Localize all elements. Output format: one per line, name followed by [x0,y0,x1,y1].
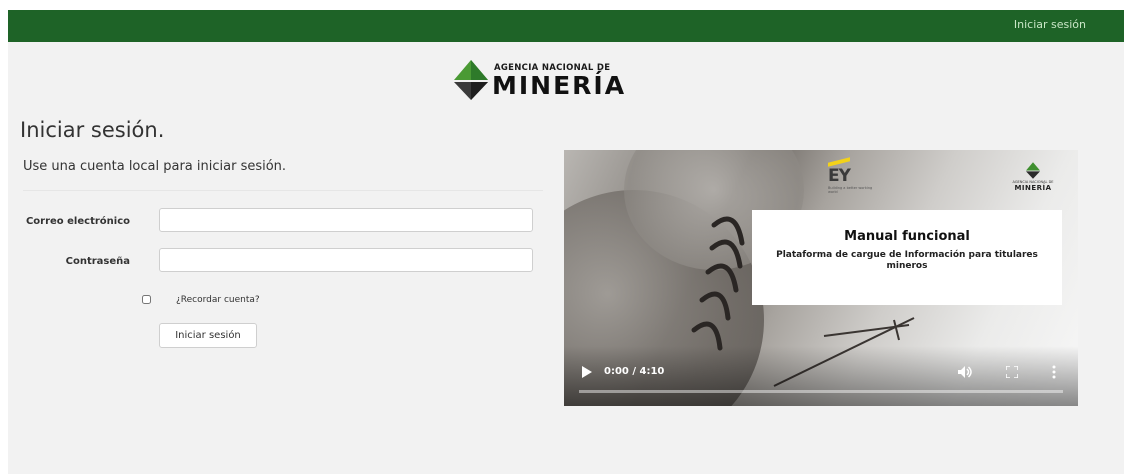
top-nav-bar: Iniciar sesión [8,10,1124,42]
password-field[interactable] [159,248,533,272]
video-logo-line2: MINERÍA [1014,184,1052,192]
video-controls: 0:00 / 4:10 [564,346,1078,406]
diamond-logo-icon [454,60,488,100]
ey-brand: EY [828,166,851,186]
email-field[interactable] [159,208,533,232]
video-player[interactable]: EY Building a better working world AGENC… [564,150,1078,406]
video-card-title: Manual funcional [844,229,970,244]
agency-logo: AGENCIA NACIONAL DE MINERÍA [454,54,654,106]
video-time: 0:00 / 4:10 [604,366,665,377]
login-button[interactable]: Iniciar sesión [159,323,257,348]
page-title: Iniciar sesión. [20,118,165,142]
page-frame: Iniciar sesión AGENCIA NACIONAL DE MINER… [8,10,1124,474]
video-agency-logo: AGENCIA NACIONAL DE MINERÍA [1008,162,1058,202]
ey-tagline: Building a better working world [828,186,873,194]
video-card-subtitle: Plataforma de cargue de Información para… [776,250,1038,271]
video-title-card: Manual funcional Plataforma de cargue de… [752,210,1062,305]
login-link[interactable]: Iniciar sesión [1014,18,1086,31]
remember-label: ¿Recordar cuenta? [176,295,260,305]
email-label: Correo electrónico [25,216,130,227]
more-vert-icon[interactable] [1052,365,1056,379]
fullscreen-icon[interactable] [1006,366,1018,378]
volume-icon[interactable] [958,366,972,378]
diamond-logo-icon [1026,162,1040,179]
video-progress-bar[interactable] [579,390,1063,393]
password-label: Contraseña [65,256,130,267]
ey-logo: EY Building a better working world [828,157,878,194]
remember-checkbox[interactable] [142,295,151,304]
logo-line2: MINERÍA [492,71,627,100]
play-icon[interactable] [582,366,592,378]
divider [23,190,543,191]
page-subtitle: Use una cuenta local para iniciar sesión… [23,159,287,174]
